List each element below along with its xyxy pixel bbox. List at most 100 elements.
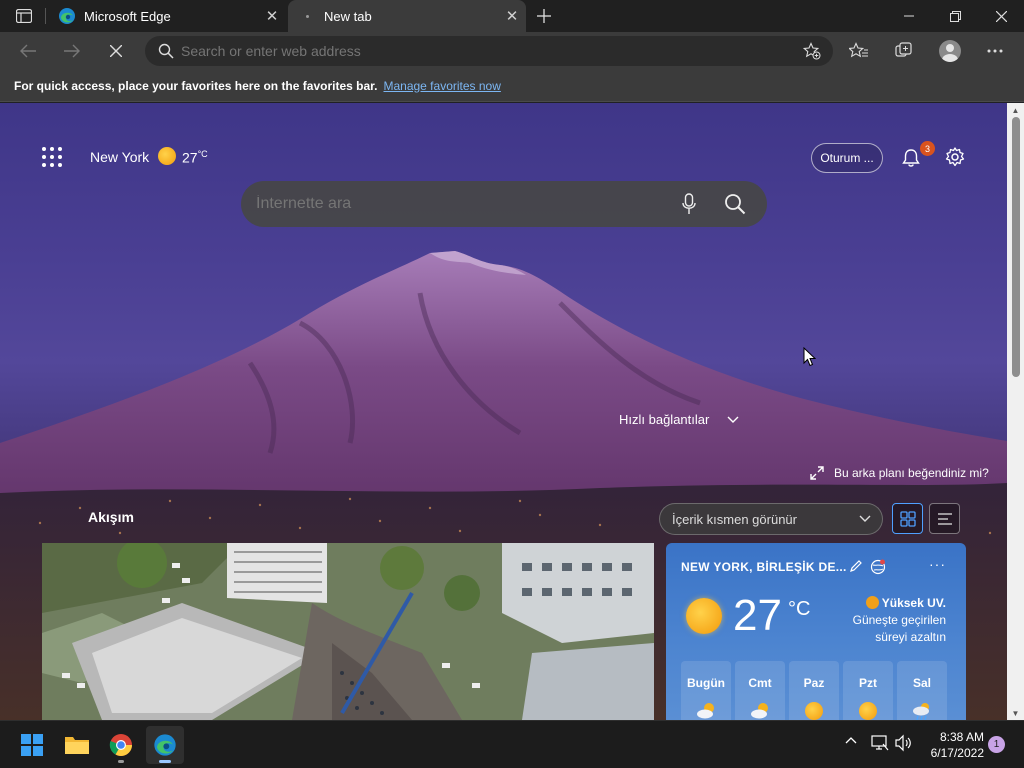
settings-more-button[interactable] xyxy=(979,35,1011,67)
collections-button[interactable] xyxy=(888,35,920,67)
grid-view-button[interactable] xyxy=(892,503,923,534)
folder-icon xyxy=(65,737,89,754)
pencil-icon xyxy=(850,560,862,572)
active-indicator xyxy=(159,760,171,763)
tab-title: Microsoft Edge xyxy=(84,8,171,24)
page-scrollbar[interactable]: ▲ ▼ xyxy=(1007,103,1024,720)
web-search-box[interactable] xyxy=(241,181,767,227)
forward-arrow-icon xyxy=(64,44,80,58)
feed-title[interactable]: Akışım xyxy=(88,509,134,525)
chevron-down-icon xyxy=(727,416,739,423)
gear-icon xyxy=(945,147,965,167)
favorites-bar: For quick access, place your favorites h… xyxy=(0,70,1024,102)
running-indicator xyxy=(118,760,124,763)
avatar-icon xyxy=(939,40,961,62)
clock[interactable]: 8:38 AM 6/17/2022 xyxy=(920,729,984,761)
tab-close-button[interactable]: ✕ xyxy=(498,2,526,30)
profile-button[interactable] xyxy=(934,35,966,67)
uv-alert[interactable]: Yüksek UV. Güneşte geçirilen süreyi azal… xyxy=(846,595,946,646)
partly-cloudy-icon xyxy=(697,703,714,719)
news-card[interactable] xyxy=(42,543,654,720)
back-button[interactable] xyxy=(12,35,44,67)
add-favorite-button[interactable] xyxy=(797,36,827,66)
clock-date: 6/17/2022 xyxy=(930,746,984,760)
more-options-button[interactable]: ··· xyxy=(929,556,946,572)
forecast-day[interactable]: Pzt xyxy=(843,661,893,720)
scrollbar-thumb[interactable] xyxy=(1012,117,1020,377)
expand-icon xyxy=(810,466,824,480)
tab-actions-icon xyxy=(16,9,32,23)
manage-favorites-link[interactable]: Manage favorites now xyxy=(383,79,500,93)
tab-new-tab[interactable]: New tab ✕ xyxy=(288,0,526,32)
web-search-input[interactable] xyxy=(256,195,669,213)
notification-badge: 3 xyxy=(920,141,935,156)
address-bar[interactable] xyxy=(145,36,833,66)
stop-loading-button[interactable] xyxy=(100,35,132,67)
notification-center-badge[interactable]: 1 xyxy=(988,736,1005,753)
temperature-unit[interactable]: °C xyxy=(788,598,810,621)
start-button[interactable] xyxy=(13,726,51,764)
scroll-up-arrow-icon[interactable]: ▲ xyxy=(1007,103,1024,117)
restore-button[interactable] xyxy=(932,0,978,32)
volume-button[interactable] xyxy=(895,734,913,752)
bell-icon xyxy=(902,149,920,167)
network-button[interactable] xyxy=(871,734,889,752)
favorites-icon xyxy=(849,42,868,58)
tab-actions-button[interactable] xyxy=(10,6,38,26)
search-icon xyxy=(151,43,181,59)
page-settings-button[interactable] xyxy=(942,144,968,170)
edit-location-button[interactable] xyxy=(849,559,863,578)
file-explorer-button[interactable] xyxy=(58,726,96,764)
back-arrow-icon xyxy=(20,44,36,58)
sunny-icon xyxy=(158,147,176,165)
tab-microsoft-edge[interactable]: Microsoft Edge ✕ xyxy=(48,0,286,32)
forecast-day-label: Bugün xyxy=(687,676,725,690)
show-hidden-icons-button[interactable] xyxy=(845,736,857,744)
edge-taskbar-button[interactable] xyxy=(146,726,184,764)
edge-icon xyxy=(154,734,176,756)
edge-icon xyxy=(59,8,75,24)
list-icon xyxy=(937,512,952,525)
tab-close-button[interactable]: ✕ xyxy=(258,2,286,30)
forecast-day[interactable]: Bugün xyxy=(681,661,731,720)
search-submit-button[interactable] xyxy=(715,184,755,224)
forward-button[interactable] xyxy=(56,35,88,67)
forecast-day[interactable]: Paz xyxy=(789,661,839,720)
forecast-day-label: Pzt xyxy=(859,676,877,690)
favorites-button[interactable] xyxy=(843,35,875,67)
new-tab-button[interactable] xyxy=(531,4,557,28)
voice-search-button[interactable] xyxy=(669,184,709,224)
app-launcher-button[interactable] xyxy=(40,145,64,169)
more-icon xyxy=(987,49,1003,53)
plus-icon xyxy=(537,9,551,23)
close-icon xyxy=(995,10,1007,22)
address-input[interactable] xyxy=(181,43,797,59)
weather-card-title[interactable]: NEW YORK, BİRLEŞİK DE... xyxy=(681,560,847,574)
weather-temperature[interactable]: 27°C xyxy=(182,149,208,166)
forecast-day[interactable]: Sal xyxy=(897,661,947,720)
like-background-link[interactable]: Bu arka planı beğendiniz mi? xyxy=(810,466,989,480)
sunny-icon xyxy=(686,598,722,634)
restore-icon xyxy=(949,10,961,22)
forecast-day-label: Sal xyxy=(912,676,931,690)
quick-links-toggle[interactable]: Hızlı bağlantılar xyxy=(619,412,739,427)
grid-icon xyxy=(899,510,916,527)
forecast-day[interactable]: Cmt xyxy=(735,661,785,720)
chrome-button[interactable] xyxy=(102,726,140,764)
close-window-button[interactable] xyxy=(978,0,1024,32)
weather-location[interactable]: New York xyxy=(90,149,149,165)
scroll-down-arrow-icon[interactable]: ▼ xyxy=(1007,706,1024,720)
network-icon xyxy=(871,735,889,751)
minimize-button[interactable] xyxy=(886,0,932,32)
weather-map-button[interactable] xyxy=(870,559,886,580)
loading-icon xyxy=(298,7,316,25)
sunny-icon xyxy=(804,701,824,720)
content-visibility-dropdown[interactable]: İçerik kısmen görünür xyxy=(659,503,883,535)
taskbar: 8:38 AM 6/17/2022 1 xyxy=(0,720,1024,768)
list-view-button[interactable] xyxy=(929,503,960,534)
chrome-icon xyxy=(109,734,132,756)
sunny-icon xyxy=(858,701,878,720)
rain-icon xyxy=(913,703,929,720)
sign-in-button[interactable]: Oturum ... xyxy=(811,143,883,173)
weather-card[interactable]: NEW YORK, BİRLEŞİK DE... ··· 27 °C Yükse… xyxy=(666,543,966,720)
